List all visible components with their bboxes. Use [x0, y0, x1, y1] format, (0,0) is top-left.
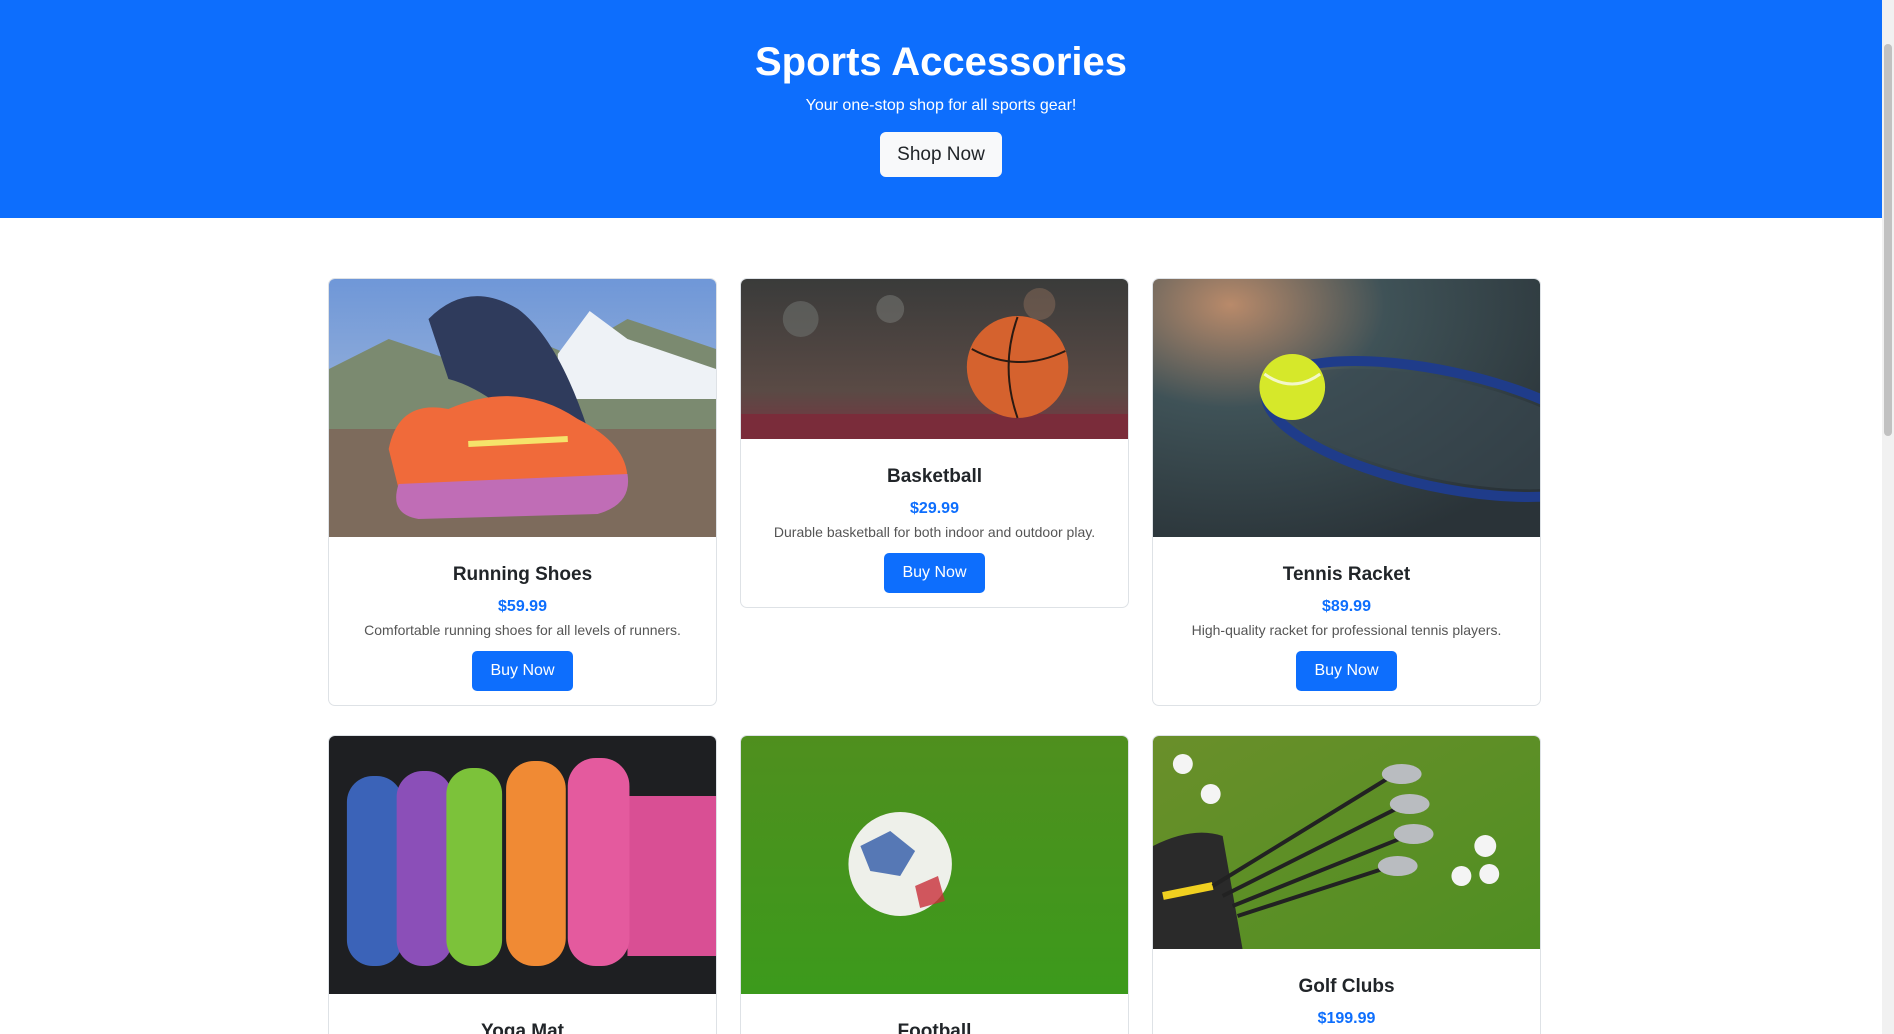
product-price: $199.99 [1317, 1010, 1376, 1027]
basketball-image [741, 279, 1128, 439]
product-price: $89.99 [1322, 598, 1371, 615]
tennis-racket-image [1153, 279, 1540, 537]
hero-subtitle: Your one-stop shop for all sports gear! [805, 97, 1077, 114]
product-name: Yoga Mat [480, 1021, 565, 1034]
football-image [741, 736, 1128, 994]
product-card-yoga-mat: Yoga Mat [328, 735, 717, 1034]
running-shoes-image [329, 279, 716, 537]
product-description: Comfortable running shoes for all levels… [364, 622, 681, 638]
product-name: Golf Clubs [1298, 976, 1395, 997]
buy-now-button[interactable]: Buy Now [884, 553, 985, 593]
shop-now-button[interactable]: Shop Now [880, 132, 1002, 177]
product-grid: Running Shoes $59.99 Comfortable running… [328, 278, 1542, 1034]
golf-clubs-image [1153, 736, 1540, 949]
product-card-running-shoes: Running Shoes $59.99 Comfortable running… [328, 278, 717, 706]
page: Sports Accessories Your one-stop shop fo… [0, 0, 1882, 1034]
vertical-scrollbar[interactable] [1882, 0, 1894, 1034]
product-card-golf-clubs: Golf Clubs $199.99 [1152, 735, 1541, 1034]
product-card-tennis-racket: Tennis Racket $89.99 High-quality racket… [1152, 278, 1541, 706]
product-description: Durable basketball for both indoor and o… [773, 524, 1096, 540]
product-name: Basketball [886, 466, 983, 487]
product-description: High-quality racket for professional ten… [1191, 622, 1502, 638]
hero-title: Sports Accessories [754, 40, 1128, 84]
product-price: $59.99 [498, 598, 547, 615]
product-name: Tennis Racket [1282, 564, 1411, 585]
product-name: Football [897, 1021, 972, 1034]
scrollbar-thumb[interactable] [1884, 44, 1892, 436]
yoga-mat-image [329, 736, 716, 994]
product-card-basketball: Basketball $29.99 Durable basketball for… [740, 278, 1129, 608]
buy-now-button[interactable]: Buy Now [1296, 651, 1397, 691]
product-card-football: Football [740, 735, 1129, 1034]
buy-now-button[interactable]: Buy Now [472, 651, 573, 691]
product-price: $29.99 [910, 500, 959, 517]
product-name: Running Shoes [452, 564, 593, 585]
hero-banner: Sports Accessories Your one-stop shop fo… [0, 0, 1882, 218]
